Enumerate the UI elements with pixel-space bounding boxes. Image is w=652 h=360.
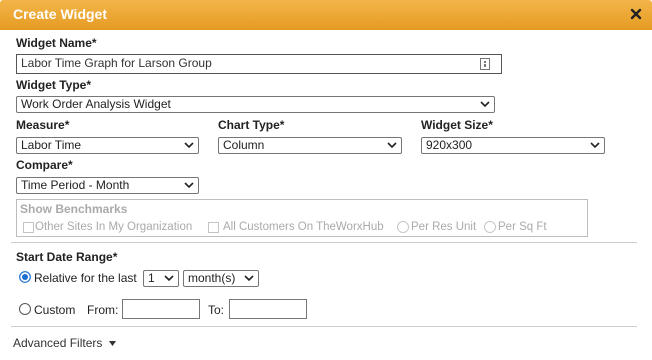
other-sites-checkbox[interactable]: [23, 222, 34, 233]
advanced-filters-label: Advanced Filters: [13, 336, 103, 350]
compare-select[interactable]: Time Period - Month: [16, 177, 199, 194]
from-date-input[interactable]: [122, 299, 200, 319]
chevron-down-icon: [164, 275, 174, 282]
compare-value: Time Period - Month: [21, 178, 130, 192]
chevron-down-icon: [480, 101, 490, 108]
custom-label: Custom: [34, 303, 76, 317]
relative-count-value: 1: [148, 271, 155, 285]
widget-type-value: Work Order Analysis Widget: [21, 97, 171, 111]
measure-label: Measure*: [16, 118, 70, 132]
widget-size-value: 920x300: [426, 138, 473, 152]
per-res-unit-label: Per Res Unit: [411, 221, 477, 233]
measure-select[interactable]: Labor Time: [16, 137, 199, 154]
benchmarks-group: Show Benchmarks Other Sites In My Organi…: [16, 199, 588, 237]
all-customers-label: All Customers On TheWorxHub: [223, 221, 384, 233]
widget-size-label: Widget Size*: [421, 118, 493, 132]
widget-type-label: Widget Type*: [16, 78, 92, 92]
create-widget-dialog: Create Widget Widget Name* Labor Time Gr…: [0, 0, 652, 360]
chart-type-label: Chart Type*: [218, 118, 285, 132]
relative-unit-value: month(s): [188, 271, 236, 285]
chevron-down-icon: [244, 275, 254, 282]
dialog-title: Create Widget: [13, 6, 108, 22]
relative-label: Relative for the last: [34, 271, 137, 285]
advanced-filters-toggle[interactable]: Advanced Filters: [13, 336, 116, 350]
widget-size-select[interactable]: 920x300: [421, 137, 605, 154]
widget-name-input[interactable]: Labor Time Graph for Larson Group: [16, 54, 502, 74]
divider: [11, 242, 637, 243]
custom-radio[interactable]: [19, 303, 31, 315]
other-sites-label: Other Sites In My Organization: [35, 221, 193, 233]
measure-value: Labor Time: [21, 138, 82, 152]
divider: [11, 326, 637, 327]
to-label: To:: [208, 303, 225, 317]
to-date-input[interactable]: [229, 299, 307, 319]
widget-name-value: Labor Time Graph for Larson Group: [21, 56, 212, 70]
chart-type-value: Column: [223, 138, 265, 152]
relative-radio[interactable]: [19, 271, 31, 283]
per-sq-ft-radio[interactable]: [484, 221, 496, 233]
dialog-titlebar: Create Widget: [0, 0, 652, 30]
show-benchmarks-label: Show Benchmarks: [20, 202, 128, 216]
per-res-unit-radio[interactable]: [397, 221, 409, 233]
chevron-down-icon: [184, 142, 194, 149]
chevron-down-icon: [184, 182, 194, 189]
from-label: From:: [87, 303, 119, 317]
chart-type-select[interactable]: Column: [218, 137, 402, 154]
chevron-down-icon: [387, 142, 397, 149]
caret-down-icon: [108, 341, 116, 347]
widget-name-label: Widget Name*: [16, 36, 97, 50]
relative-unit-select[interactable]: month(s): [183, 270, 259, 287]
close-icon[interactable]: [629, 7, 643, 21]
per-sq-ft-label: Per Sq Ft: [498, 221, 547, 233]
all-customers-checkbox[interactable]: [208, 222, 219, 233]
compare-label: Compare*: [16, 158, 73, 172]
relative-count-select[interactable]: 1: [143, 270, 179, 287]
text-field-icon: [480, 58, 490, 70]
start-date-range-label: Start Date Range*: [16, 250, 118, 264]
widget-type-select[interactable]: Work Order Analysis Widget: [16, 96, 495, 113]
chevron-down-icon: [590, 142, 600, 149]
